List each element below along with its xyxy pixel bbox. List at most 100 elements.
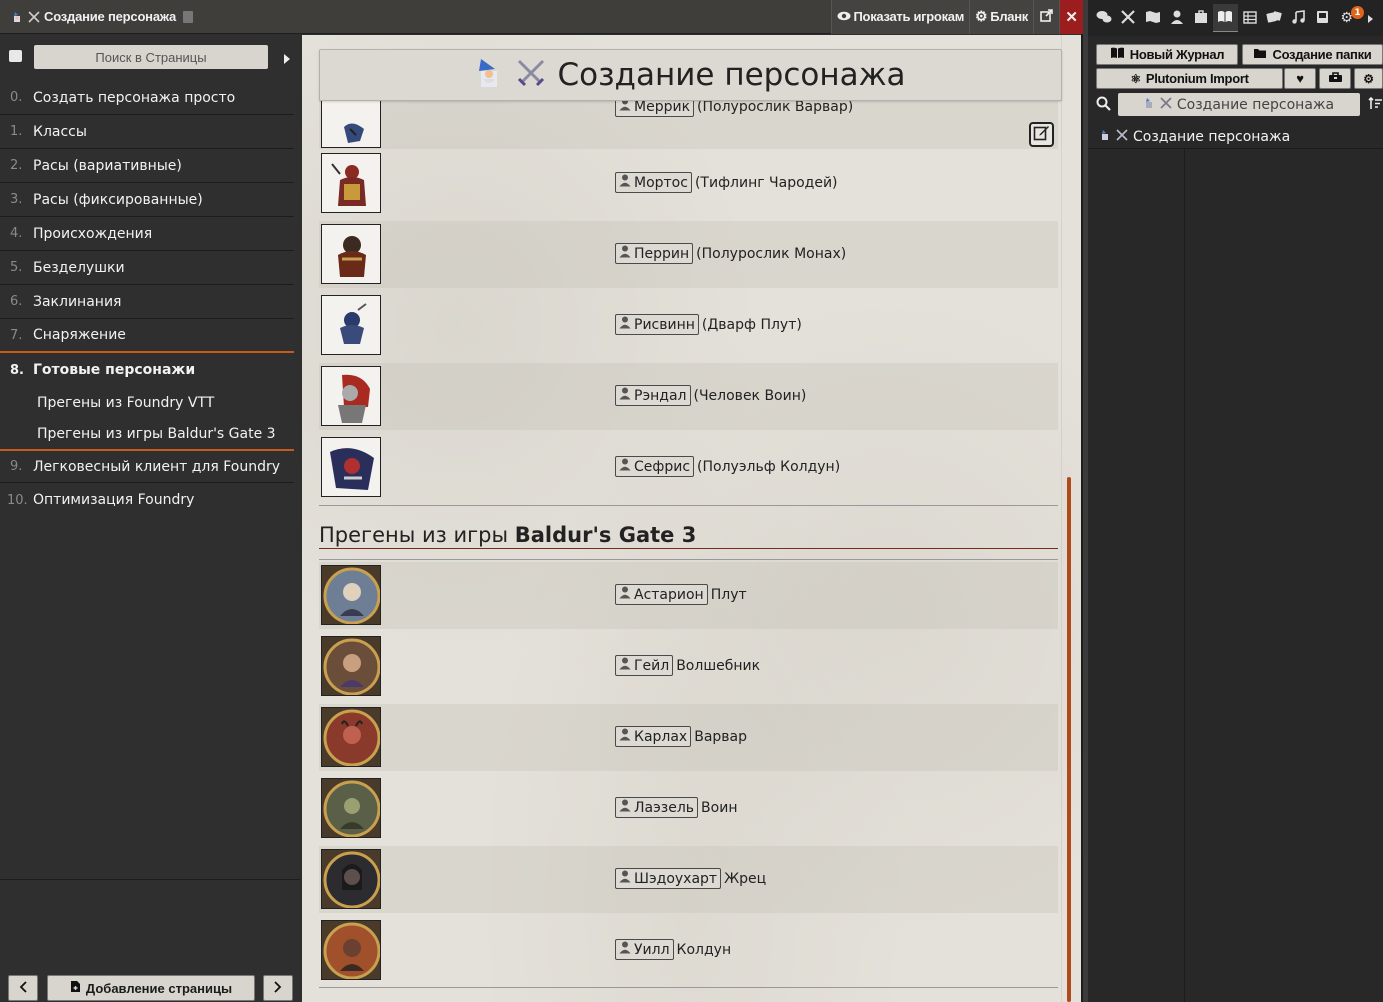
wizard-icon: [1144, 97, 1155, 113]
caret-right-icon[interactable]: [283, 50, 291, 69]
new-folder-button[interactable]: Создание папки: [1242, 44, 1383, 65]
user-icon: [619, 657, 631, 674]
character-portrait[interactable]: [321, 366, 381, 426]
character-entry: Шэдоухарт Жрец: [615, 868, 766, 889]
window-title-group: Создание персонажа: [0, 9, 831, 24]
toc-item-number: 2.: [10, 158, 23, 173]
character-portrait[interactable]: [321, 707, 381, 767]
character-portrait[interactable]: [321, 920, 381, 980]
toc-item-label: Снаряжение: [33, 327, 126, 343]
character-portrait[interactable]: [321, 295, 381, 355]
eye-icon: [837, 9, 851, 24]
character-link[interactable]: Гейл: [615, 655, 674, 676]
map-icon: [1145, 9, 1161, 28]
character-link[interactable]: Шэдоухарт: [615, 868, 722, 889]
character-entry: Карлах Варвар: [615, 726, 747, 747]
divider: [0, 879, 300, 880]
favorites-button[interactable]: ♥: [1284, 68, 1316, 89]
sort-icon[interactable]: [1368, 96, 1383, 115]
tab-tables[interactable]: [1238, 4, 1262, 32]
character-portrait[interactable]: [321, 224, 381, 284]
toc-item[interactable]: 4. Происхождения: [0, 217, 294, 251]
tab-journal[interactable]: [1213, 4, 1238, 32]
previous-page-button[interactable]: [8, 975, 38, 1001]
journal-entry-item[interactable]: Создание персонажа: [1100, 126, 1383, 148]
divider: [319, 505, 1058, 506]
character-link[interactable]: Рисвинн: [615, 314, 699, 335]
window-header[interactable]: Создание персонажа Показать игрокам ⚙ Бл…: [0, 0, 1083, 34]
character-link[interactable]: Уилл: [615, 939, 674, 960]
book-open-icon: [1217, 8, 1233, 27]
tab-compendium[interactable]: [1310, 4, 1334, 32]
toc-item[interactable]: 10. Оптимизация Foundry: [0, 483, 294, 517]
character-name: Рисвинн: [634, 316, 695, 333]
tab-playlists[interactable]: [1286, 4, 1310, 32]
close-button[interactable]: ✕: [1059, 0, 1083, 34]
new-journal-button[interactable]: Новый Журнал: [1096, 44, 1238, 65]
toolbox-button[interactable]: [1319, 68, 1351, 89]
edit-page-button[interactable]: [1029, 122, 1054, 147]
toc-item[interactable]: 5. Безделушки: [0, 251, 294, 285]
character-name: Гейл: [634, 657, 670, 674]
character-link[interactable]: Перрин: [615, 243, 694, 264]
plutonium-import-button[interactable]: ⚛ Plutonium Import: [1096, 68, 1283, 89]
character-portrait[interactable]: [321, 437, 381, 497]
popout-button[interactable]: [1033, 0, 1059, 34]
user-icon: [619, 799, 631, 816]
character-link[interactable]: Мортос: [615, 172, 692, 193]
heading-prefix: Прегены из игры: [319, 523, 515, 547]
character-portrait[interactable]: [321, 565, 381, 625]
character-row: Мортос (Тифлинг Чародей): [319, 150, 1058, 217]
toc-item[interactable]: 0. Создать персонажа просто: [0, 81, 294, 115]
character-link[interactable]: Рэндал: [615, 385, 691, 406]
add-page-button[interactable]: Добавление страницы: [47, 975, 255, 1001]
tab-cards[interactable]: [1262, 4, 1286, 32]
toc-item-number: 8.: [10, 362, 24, 378]
character-desc: Плут: [710, 586, 747, 603]
collapse-icon[interactable]: [9, 50, 22, 62]
user-icon: [619, 174, 631, 191]
tab-items[interactable]: [1189, 4, 1213, 32]
toc-item[interactable]: 6. Заклинания: [0, 285, 294, 319]
journal-search-input[interactable]: Создание персонажа: [1118, 93, 1360, 116]
toc-subitem[interactable]: Прегены из игры Baldur's Gate 3: [0, 419, 294, 449]
music-icon: [1291, 9, 1305, 28]
character-link[interactable]: Астарион: [615, 584, 708, 605]
toc-subitem[interactable]: Прегены из Foundry VTT: [0, 387, 294, 419]
character-link[interactable]: Сефрис: [615, 456, 695, 477]
tab-scenes[interactable]: [1141, 4, 1165, 32]
character-portrait[interactable]: [321, 153, 381, 213]
chevron-right-icon: [274, 980, 282, 996]
character-row: Рэндал (Человек Воин): [319, 363, 1058, 430]
character-link[interactable]: Карлах: [615, 726, 692, 747]
settings-button[interactable]: ⚙: [1354, 68, 1383, 89]
user-icon: [1170, 9, 1183, 28]
tab-chat[interactable]: [1092, 4, 1116, 32]
character-entry: Уилл Колдун: [615, 939, 731, 960]
scrollbar[interactable]: [1067, 477, 1071, 1002]
toc-item[interactable]: 7. Снаряжение: [0, 319, 294, 353]
tab-combat[interactable]: [1116, 4, 1140, 32]
tab-actors[interactable]: [1165, 4, 1189, 32]
show-players-button[interactable]: Показать игрокам: [830, 0, 970, 34]
page-search-input[interactable]: Поиск в Страницы: [34, 45, 268, 69]
journal-entry-label: Создание персонажа: [1133, 129, 1291, 145]
toc-item[interactable]: 1. Классы: [0, 115, 294, 149]
character-portrait[interactable]: [321, 849, 381, 909]
toc-item-number: 5.: [10, 260, 23, 275]
character-portrait[interactable]: [321, 778, 381, 838]
toc-item[interactable]: 2. Расы (вариативные): [0, 149, 294, 183]
toc-item[interactable]: 3. Расы (фиксированные): [0, 183, 294, 217]
next-page-button[interactable]: [263, 975, 293, 1001]
new-folder-label: Создание папки: [1272, 47, 1372, 62]
crossed-swords-icon: [1116, 129, 1128, 145]
plutonium-import-label: Plutonium Import: [1145, 71, 1249, 86]
character-row: Лаэзель Воин: [319, 775, 1058, 842]
character-portrait[interactable]: [321, 636, 381, 696]
toc-item-number: 7.: [10, 327, 23, 343]
sheet-button[interactable]: ⚙ Бланк: [969, 0, 1033, 34]
toc-item-active[interactable]: 8. Готовые персонажи: [0, 353, 294, 387]
character-link[interactable]: Лаэзель: [615, 797, 699, 818]
toc-item[interactable]: 9. Легковесный клиент для Foundry: [0, 449, 294, 483]
scroll-track: [1061, 35, 1062, 1002]
